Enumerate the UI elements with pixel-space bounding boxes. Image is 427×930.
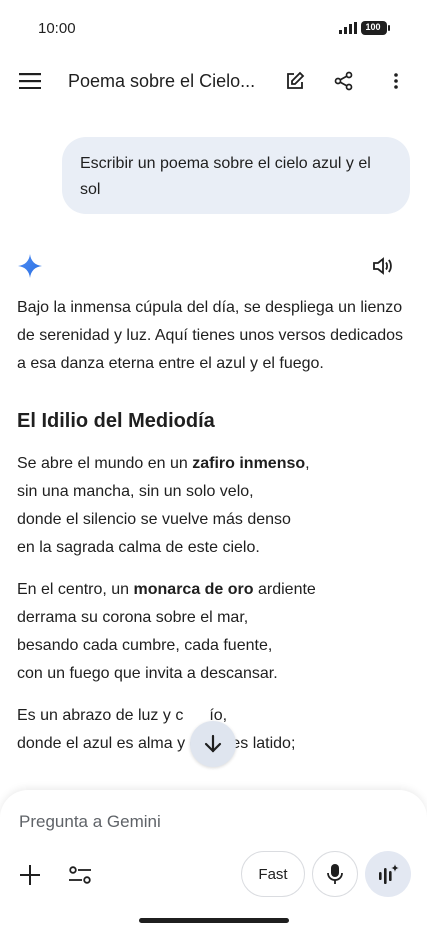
menu-button[interactable] bbox=[12, 63, 48, 99]
prompt-input[interactable]: Pregunta a Gemini bbox=[19, 812, 161, 832]
bold-phrase: monarca de oro bbox=[133, 581, 254, 598]
battery-level: 100 bbox=[365, 22, 381, 32]
scroll-to-bottom-button[interactable] bbox=[190, 721, 236, 767]
status-bar: 10:00 100 bbox=[0, 0, 427, 58]
more-vert-icon bbox=[394, 73, 398, 89]
live-waveform-icon bbox=[379, 864, 399, 884]
poem-line: con un fuego que invita a descansar. bbox=[17, 665, 278, 682]
arrow-down-icon bbox=[204, 734, 222, 753]
plus-icon bbox=[20, 865, 40, 885]
poem-title: El Idilio del Mediodía bbox=[17, 410, 215, 432]
gemini-response: Bajo la inmensa cúpula del día, se despl… bbox=[17, 294, 409, 772]
menu-icon bbox=[19, 73, 41, 89]
user-message-bubble[interactable]: Escribir un poema sobre el cielo azul y … bbox=[62, 137, 410, 214]
read-aloud-button[interactable] bbox=[368, 252, 396, 280]
poem-line: en la sagrada calma de este cielo. bbox=[17, 539, 260, 556]
poem-line: En el centro, un monarca de oro ardiente bbox=[17, 581, 316, 598]
edit-icon bbox=[287, 71, 305, 89]
poem-line: besando cada cumbre, cada fuente, bbox=[17, 637, 273, 654]
add-attachment-button[interactable] bbox=[12, 857, 48, 893]
poem-line: Se abre el mundo en un zafiro inmenso, bbox=[17, 455, 310, 472]
poem-line: derrama su corona sobre el mar, bbox=[17, 609, 249, 626]
voice-input-button[interactable] bbox=[312, 851, 358, 897]
poem-stanza: Se abre el mundo en un zafiro inmenso, s… bbox=[17, 450, 409, 562]
gemini-live-button[interactable] bbox=[365, 851, 411, 897]
app-bar: Poema sobre el Cielo... bbox=[0, 58, 427, 104]
edit-button[interactable] bbox=[277, 63, 313, 99]
tools-button[interactable] bbox=[62, 857, 98, 893]
share-button[interactable] bbox=[326, 63, 362, 99]
microphone-icon bbox=[327, 864, 343, 884]
user-message-text: Escribir un poema sobre el cielo azul y … bbox=[80, 155, 371, 198]
poem-stanza: En el centro, un monarca de oro ardiente… bbox=[17, 576, 409, 688]
signal-icon bbox=[339, 22, 357, 34]
composer-panel: Pregunta a Gemini Fast bbox=[0, 790, 427, 930]
speaker-icon bbox=[373, 257, 392, 275]
tune-icon bbox=[69, 866, 91, 884]
conversation-title[interactable]: Poema sobre el Cielo... bbox=[68, 71, 255, 92]
bold-phrase: zafiro inmenso bbox=[192, 455, 306, 472]
model-mode-label: Fast bbox=[258, 865, 288, 883]
battery-icon: 100 bbox=[361, 21, 390, 35]
poem-line: sin una mancha, sin un solo velo, bbox=[17, 483, 254, 500]
response-intro: Bajo la inmensa cúpula del día, se despl… bbox=[17, 299, 404, 372]
model-mode-button[interactable]: Fast bbox=[241, 851, 305, 897]
more-options-button[interactable] bbox=[378, 63, 414, 99]
home-indicator[interactable] bbox=[139, 918, 289, 923]
status-time: 10:00 bbox=[38, 20, 76, 37]
share-icon bbox=[334, 71, 353, 91]
gemini-sparkle-icon bbox=[18, 254, 42, 278]
poem-line: donde el silencio se vuelve más denso bbox=[17, 511, 291, 528]
